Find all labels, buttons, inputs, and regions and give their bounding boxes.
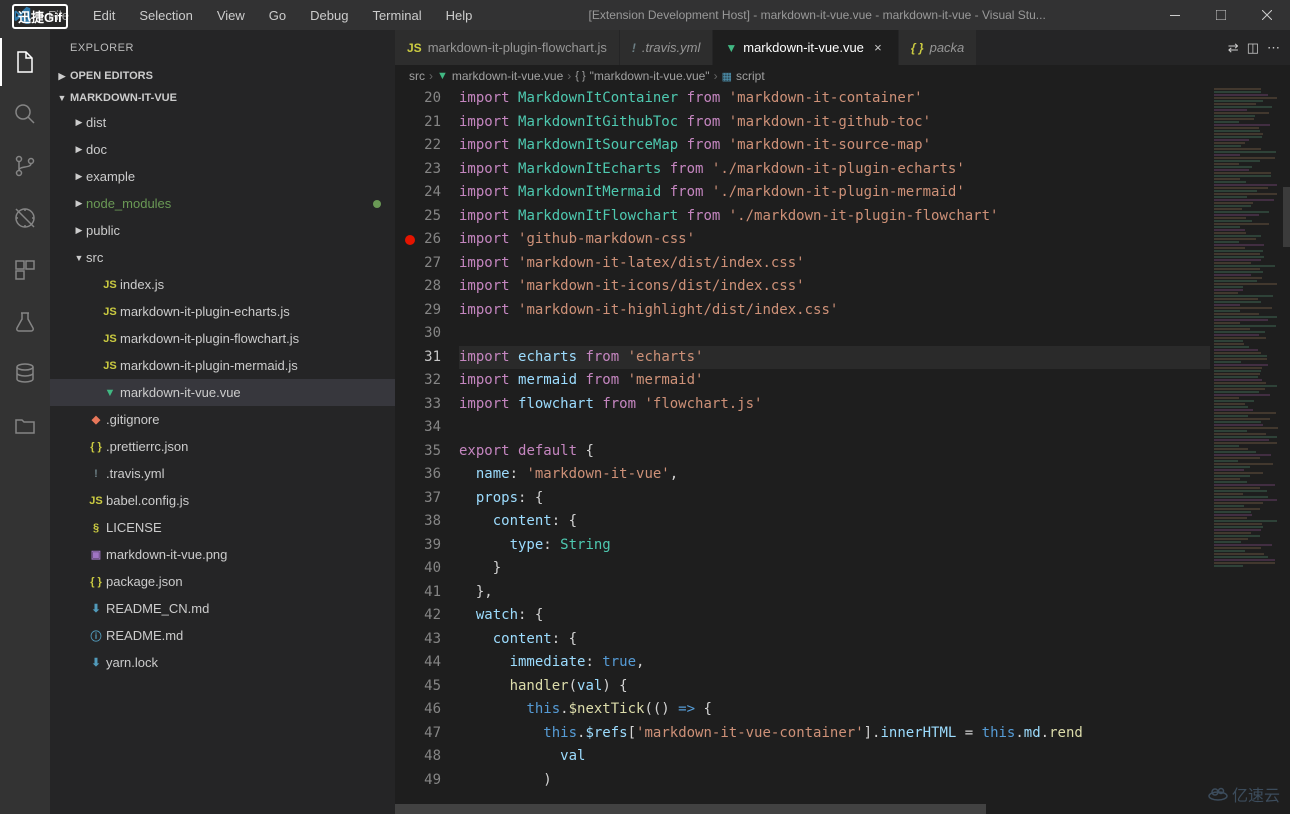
database-icon[interactable] <box>0 350 50 398</box>
tab-packa[interactable]: { }packa <box>899 30 977 65</box>
folder-dist[interactable]: ▶dist <box>50 109 395 136</box>
json-file-icon: { } <box>911 41 924 55</box>
file-yarn.lock[interactable]: ⬇yarn.lock <box>50 649 395 676</box>
test-icon[interactable] <box>0 298 50 346</box>
yml-file-icon: ! <box>86 468 106 480</box>
file-markdown-it-vue.png[interactable]: ▣markdown-it-vue.png <box>50 541 395 568</box>
file-index.js[interactable]: JSindex.js <box>50 271 395 298</box>
extensions-icon[interactable] <box>0 246 50 294</box>
tab-markdown-it-plugin-flowchart.js[interactable]: JSmarkdown-it-plugin-flowchart.js <box>395 30 620 65</box>
folder-icon[interactable] <box>0 402 50 450</box>
vue-file-icon: ▼ <box>725 41 737 55</box>
tab-close-icon[interactable]: × <box>870 40 886 55</box>
minimize-button[interactable] <box>1152 0 1198 30</box>
js-file-icon: JS <box>100 306 120 318</box>
breadcrumb-item[interactable]: src <box>409 69 425 83</box>
code-content[interactable]: import MarkdownItContainer from 'markdow… <box>459 87 1210 804</box>
minimap-slider[interactable] <box>1283 187 1290 247</box>
menu-terminal[interactable]: Terminal <box>360 2 433 29</box>
vue-icon: ▼ <box>437 70 448 82</box>
folder-public[interactable]: ▶public <box>50 217 395 244</box>
breadcrumb-item[interactable]: "markdown-it-vue.vue" <box>590 69 710 83</box>
js-file-icon: JS <box>86 495 106 507</box>
file-markdown-it-vue.vue[interactable]: ▼markdown-it-vue.vue <box>50 379 395 406</box>
menu-selection[interactable]: Selection <box>127 2 204 29</box>
horizontal-scrollbar[interactable] <box>395 804 1290 814</box>
sidebar-title: EXPLORER <box>50 30 395 65</box>
compare-icon[interactable]: ⇄ <box>1228 40 1239 56</box>
open-editors-section[interactable]: ▶OPEN EDITORS <box>50 65 395 87</box>
vue-file-icon: ▼ <box>100 387 120 399</box>
file-markdown-it-plugin-flowchart.js[interactable]: JSmarkdown-it-plugin-flowchart.js <box>50 325 395 352</box>
menu-help[interactable]: Help <box>434 2 485 29</box>
file-LICENSE[interactable]: §LICENSE <box>50 514 395 541</box>
menu-edit[interactable]: Edit <box>81 2 127 29</box>
sidebar: EXPLORER ▶OPEN EDITORS ▼MARKDOWN-IT-VUE … <box>50 30 395 814</box>
search-icon[interactable] <box>0 90 50 138</box>
file-.prettierrc.json[interactable]: { }.prettierrc.json <box>50 433 395 460</box>
source-control-icon[interactable] <box>0 142 50 190</box>
lic-file-icon: § <box>86 522 106 534</box>
file-.gitignore[interactable]: ◆.gitignore <box>50 406 395 433</box>
info-file-icon: ⓘ <box>86 628 106 644</box>
js-file-icon: JS <box>100 279 120 291</box>
editor-area: JSmarkdown-it-plugin-flowchart.js!.travi… <box>395 30 1290 814</box>
js-file-icon: JS <box>100 360 120 372</box>
img-file-icon: ▣ <box>86 548 106 561</box>
close-button[interactable] <box>1244 0 1290 30</box>
js-file-icon: JS <box>100 333 120 345</box>
lock-file-icon: ⬇ <box>86 656 106 669</box>
file-package.json[interactable]: { }package.json <box>50 568 395 595</box>
js-file-icon: JS <box>407 41 422 55</box>
breadcrumb[interactable]: src›▼ markdown-it-vue.vue›{ } "markdown-… <box>395 65 1290 87</box>
folder-example[interactable]: ▶example <box>50 163 395 190</box>
debug-icon[interactable] <box>0 194 50 242</box>
title-bar: FileEditSelectionViewGoDebugTerminalHelp… <box>0 0 1290 30</box>
file-README.md[interactable]: ⓘREADME.md <box>50 622 395 649</box>
maximize-button[interactable] <box>1198 0 1244 30</box>
json-file-icon: { } <box>86 441 106 453</box>
minimap[interactable] <box>1210 87 1290 804</box>
box-icon: ▦ <box>722 70 732 83</box>
more-icon[interactable]: ⋯ <box>1267 40 1280 56</box>
folder-src[interactable]: ▼src <box>50 244 395 271</box>
file-markdown-it-plugin-mermaid.js[interactable]: JSmarkdown-it-plugin-mermaid.js <box>50 352 395 379</box>
tab-.travis.yml[interactable]: !.travis.yml <box>620 30 714 65</box>
line-gutter[interactable]: 2021222324252627282930313233343536373839… <box>395 87 459 804</box>
file-markdown-it-plugin-echarts.js[interactable]: JSmarkdown-it-plugin-echarts.js <box>50 298 395 325</box>
folder-doc[interactable]: ▶doc <box>50 136 395 163</box>
menu-debug[interactable]: Debug <box>298 2 360 29</box>
file-.travis.yml[interactable]: !.travis.yml <box>50 460 395 487</box>
braces-icon: { } <box>575 70 585 82</box>
file-babel.config.js[interactable]: JSbabel.config.js <box>50 487 395 514</box>
menu-view[interactable]: View <box>205 2 257 29</box>
activity-bar <box>0 30 50 814</box>
code-area[interactable]: 2021222324252627282930313233343536373839… <box>395 87 1290 804</box>
json-file-icon: { } <box>86 576 106 588</box>
tab-bar: JSmarkdown-it-plugin-flowchart.js!.travi… <box>395 30 1290 65</box>
split-icon[interactable]: ◫ <box>1247 40 1259 56</box>
breadcrumb-item[interactable]: script <box>736 69 765 83</box>
folder-node_modules[interactable]: ▶node_modules <box>50 190 395 217</box>
git-file-icon: ◆ <box>86 413 106 426</box>
menu-go[interactable]: Go <box>257 2 298 29</box>
menu-bar: FileEditSelectionViewGoDebugTerminalHelp <box>36 2 484 29</box>
file-README_CN.md[interactable]: ⬇README_CN.md <box>50 595 395 622</box>
gif-recorder-badge: 迅捷Gif <box>12 4 68 29</box>
md-file-icon: ⬇ <box>86 602 106 615</box>
yml-file-icon: ! <box>632 41 636 55</box>
breakpoint-icon[interactable] <box>405 235 415 245</box>
explorer-icon[interactable] <box>0 38 50 86</box>
watermark: 亿速云 <box>1208 782 1280 806</box>
project-section[interactable]: ▼MARKDOWN-IT-VUE <box>50 87 395 109</box>
tab-markdown-it-vue.vue[interactable]: ▼markdown-it-vue.vue× <box>713 30 899 65</box>
breadcrumb-item[interactable]: markdown-it-vue.vue <box>452 69 563 83</box>
scrollbar-thumb[interactable] <box>395 804 986 814</box>
file-tree[interactable]: ▶dist▶doc▶example▶node_modules▶public▼sr… <box>50 109 395 676</box>
